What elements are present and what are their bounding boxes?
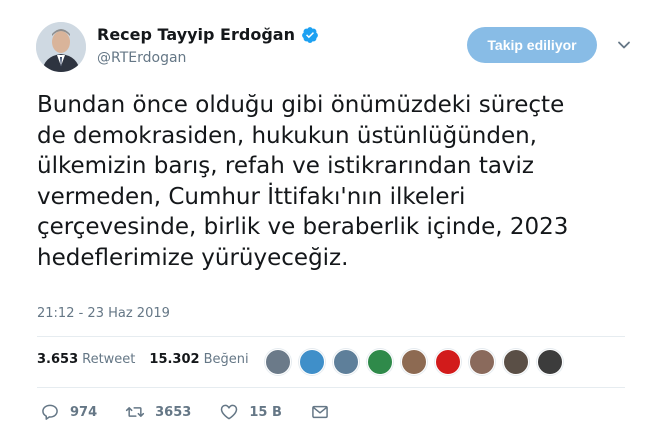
liker-avatar[interactable] [503,349,529,375]
tweet-timestamp[interactable]: 21:12 - 23 Haz 2019 [37,306,170,321]
reply-button[interactable]: 974 [40,402,97,422]
liker-avatar[interactable] [401,349,427,375]
liker-avatar[interactable] [299,349,325,375]
tweet-text-line: vermeden, Cumhur İttifakı'nın ilkeleri [37,183,466,210]
retweet-count[interactable]: 3.653 [37,352,78,367]
liker-avatar[interactable] [367,349,393,375]
author-display-name[interactable]: Recep Tayyip Erdoğan [97,25,295,44]
avatar-portrait [36,22,86,72]
author-name-row: Recep Tayyip Erdoğan [97,25,319,44]
author-handle[interactable]: @RTErdogan [97,50,186,66]
tweet-text-line: Bundan önce olduğu gibi önümüzdeki süreç… [37,92,565,118]
chevron-down-icon[interactable] [616,37,632,53]
liker-avatar[interactable] [537,349,563,375]
reply-count: 974 [70,404,98,420]
envelope-icon [312,405,328,419]
retweet-button[interactable]: 3653 [125,402,191,422]
like-action-count: 15 B [249,404,282,420]
tweet-text-line: hedeflerimize yürüyeceğiz. [37,244,349,271]
tweet-stats: 3.653 Retweet 15.302 Beğeni [37,352,263,367]
verified-badge-icon [301,26,319,44]
liker-avatar[interactable] [333,349,359,375]
reply-icon [42,404,58,420]
tweet-actions: 974 3653 15 B [40,402,368,422]
liker-avatar[interactable] [265,349,291,375]
like-label[interactable]: Beğeni [204,352,249,367]
liker-avatars [265,349,571,375]
retweet-label[interactable]: Retweet [82,352,135,367]
like-button[interactable]: 15 B [219,402,282,422]
author-avatar[interactable] [36,22,86,72]
liker-avatar[interactable] [435,349,461,375]
direct-message-button[interactable] [310,402,340,422]
divider [37,336,625,337]
tweet-text-line: de demokrasiden, hukukun üstünlüğünden, [37,122,537,149]
tweet-text: Bundan önce olduğu gibi önümüzdeki süreç… [37,90,637,273]
divider [37,387,625,388]
like-count[interactable]: 15.302 [149,352,199,367]
tweet-text-line: ülkemizin barış, refah ve istikrarından … [37,153,535,179]
following-button[interactable]: Takip ediliyor [467,27,597,63]
retweet-action-count: 3653 [155,404,192,420]
tweet-text-line: çerçevesinde, birlik ve beraberlik içind… [37,214,569,240]
heart-icon [221,404,238,420]
liker-avatar[interactable] [469,349,495,375]
retweet-icon [126,407,145,417]
